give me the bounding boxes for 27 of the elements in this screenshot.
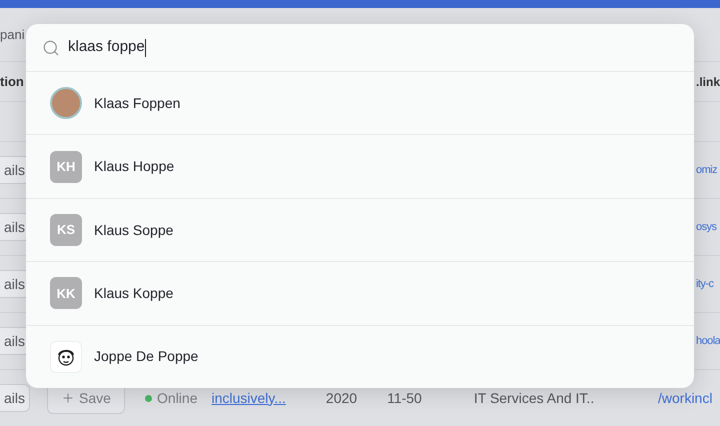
toolbar-text: pani <box>0 26 25 44</box>
result-item[interactable]: Joppe De Poppe <box>26 324 694 388</box>
size-cell-text: 11-50 <box>387 388 422 408</box>
result-item[interactable]: KH Klaus Hoppe <box>26 134 694 198</box>
search-field[interactable]: klaas foppe <box>68 36 678 59</box>
plus-icon <box>61 391 76 405</box>
profile-link[interactable]: osys <box>696 218 720 236</box>
initials-avatar: KS <box>50 214 82 246</box>
status-text: Online <box>157 388 198 408</box>
sketch-avatar <box>50 340 82 373</box>
profile-link[interactable]: /workincl <box>658 388 720 408</box>
industry-cell-text: IT Services And IT.. <box>474 388 594 408</box>
profile-link[interactable]: ity-c <box>696 276 720 292</box>
initials-avatar: KK <box>50 277 82 310</box>
details-button[interactable]: ails <box>0 384 30 412</box>
column-header: tion <box>0 72 24 91</box>
column-header: .link <box>696 74 720 90</box>
founded-cell-text: 2020 <box>326 388 358 408</box>
result-item[interactable]: KK Klaus Koppe <box>26 261 694 325</box>
profile-link[interactable]: hoola <box>696 332 720 350</box>
profile-link[interactable]: omiz <box>696 162 720 178</box>
result-item[interactable]: KS Klaus Soppe <box>26 198 694 262</box>
avatar-photo-placeholder <box>50 87 82 120</box>
result-item[interactable]: Klaas Foppen <box>26 72 694 134</box>
initials-avatar: KH <box>50 150 82 183</box>
website-link[interactable]: inclusively... <box>211 388 286 408</box>
search-icon <box>42 38 60 56</box>
